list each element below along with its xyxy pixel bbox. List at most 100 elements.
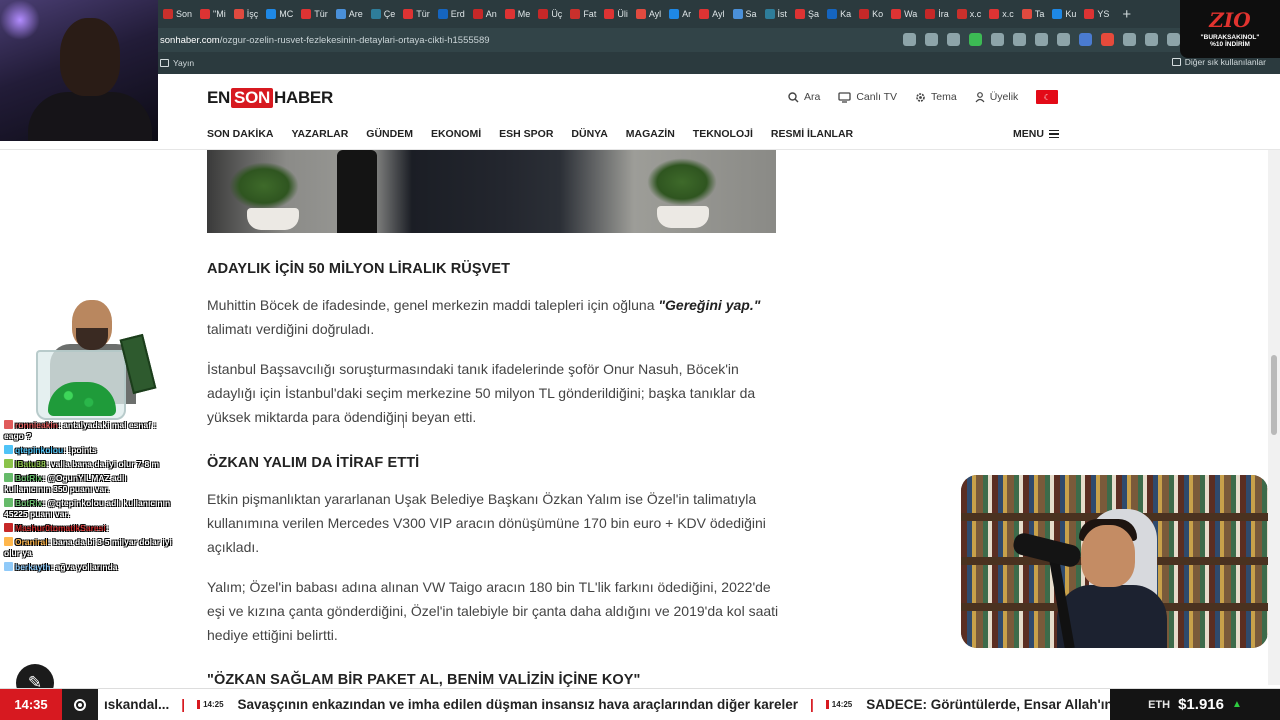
browser-tab[interactable]: Çe [368,4,399,24]
browser-tab[interactable]: Sa [730,4,760,24]
reader-icon[interactable] [925,33,938,46]
extension-icon[interactable] [1035,33,1048,46]
favicon-icon [200,9,211,19]
paragraph: İstanbul Başsavcılığı soruşturmasındaki … [207,361,756,425]
favorites-icon[interactable] [1145,33,1158,46]
turkey-flag-icon[interactable]: ☾ [1036,90,1059,104]
chat-message: Oraniral: bana da bi 3-5 milyar dolar iy… [4,537,172,559]
bookmarks-bar: Yayın Diğer sık kullanılanlar [0,52,1280,74]
favicon-icon [1021,9,1032,19]
browser-tab[interactable]: Şa [792,4,822,24]
star-icon[interactable] [947,33,960,46]
url-field[interactable]: sonhaber.com/ozgur-ozelin-rusvet-fezleke… [160,35,490,46]
live-tv-button[interactable]: Canlı TV [838,91,897,103]
chat-username: BotRix [15,473,43,483]
new-tab-button[interactable]: + [1122,6,1131,23]
tab-label: "Mi [213,9,226,19]
nav-item[interactable]: RESMİ İLANLAR [771,128,853,140]
browser-tab[interactable]: Ta [1019,4,1048,24]
extension-icon[interactable] [991,33,1004,46]
scrollbar-thumb[interactable] [1271,355,1277,435]
nav-item[interactable]: ESH SPOR [499,128,553,140]
sponsor-logo: ZIO [1209,8,1251,32]
browser-tab[interactable]: MC [263,4,296,24]
stream-alert-image [28,300,157,422]
extension-icon[interactable] [1101,33,1114,46]
tab-label: MC [279,9,294,19]
chat-badge-icon [4,445,13,454]
paragraph-text: Muhittin Böcek de ifadesinde, genel merk… [207,297,659,313]
browser-tab[interactable]: Ar [666,4,694,24]
browser-tab[interactable]: İşç [231,4,262,24]
nav-item[interactable]: DÜNYA [571,128,607,140]
extension-icon[interactable] [1079,33,1092,46]
browser-tab[interactable]: Tür [298,4,331,24]
tab-label: Ta [1034,9,1045,19]
nav-item[interactable]: TEKNOLOJİ [693,128,753,140]
member-button[interactable]: Üyelik [975,91,1018,103]
browser-tab[interactable]: Me [502,4,534,24]
menu-button[interactable]: MENU [1013,128,1059,140]
tab-label: Tür [314,9,328,19]
chat-message: Mashur0tomatikSaresi: [4,523,172,534]
browser-tab[interactable]: Are [333,4,366,24]
section-heading: "ÖZKAN SAĞLAM BİR PAKET AL, BENİM VALİZİ… [207,672,641,688]
ticker-items: ıskandal... | 14:25 Savaşçının enkazında… [98,697,1110,712]
browser-tab[interactable]: Üli [601,4,631,24]
extension-icon[interactable] [1057,33,1070,46]
browser-tab[interactable]: Tür [400,4,433,24]
tab-label: An [485,9,497,19]
ticker-headline: ıskandal... [104,697,170,712]
site-logo[interactable]: EN SON HABER [207,88,333,108]
chat-username: Mashur0tomatikSaresi [15,523,106,533]
browser-tab[interactable]: Erd [435,4,468,24]
browser-tab[interactable]: "Mi [197,4,229,24]
chat-message: ronnieakin: antalyadaki mal esnaf : eago… [4,420,172,442]
browser-tab[interactable]: Fat [567,4,599,24]
favicon-icon [163,9,173,19]
tab-label: Ar [682,9,692,19]
paragraph-text: talimatı verdiğini doğruladı. [207,321,375,337]
other-bookmarks[interactable]: Diğer sık kullanılanlar [1171,57,1266,67]
browser-tab[interactable]: Ku [1049,4,1079,24]
address-bar[interactable]: sonhaber.com/ozgur-ozelin-rusvet-fezleke… [0,28,1280,52]
tab-label: YS [1097,9,1110,19]
nav-item[interactable]: SON DAKİKA [207,128,274,140]
tab-label: İst [777,9,788,19]
profile-avatar[interactable] [1167,33,1180,46]
nav-item[interactable]: YAZARLAR [292,128,349,140]
browser-tab[interactable]: Ayl [696,4,727,24]
ticker-timestamp: 14:25 [825,700,857,709]
browser-tab[interactable]: İra [922,4,952,24]
extension-icon[interactable] [969,33,982,46]
browser-tab[interactable]: x.c [954,4,985,24]
browser-tab[interactable]: x.c [986,4,1017,24]
nav-item[interactable]: EKONOMİ [431,128,481,140]
arrow-up-icon: ▲ [1231,699,1242,710]
nav-item[interactable]: GÜNDEM [366,128,413,140]
logo-en: EN [207,88,231,107]
zoom-icon[interactable] [903,33,916,46]
theme-button[interactable]: Tema [915,91,957,103]
browser-tab[interactable]: Son [160,4,195,24]
tab-label: Üli [617,9,628,19]
nav-item[interactable]: MAGAZİN [626,128,675,140]
chat-badge-icon [4,420,13,429]
browser-tab[interactable]: Ayl [633,4,664,24]
browser-tab[interactable]: An [470,4,500,24]
favicon-icon [1052,9,1063,19]
extension-icon[interactable] [1013,33,1026,46]
section-heading: ÖZKAN YALIM DA İTİRAF ETTİ [207,455,420,471]
browser-tab[interactable]: İst [762,4,791,24]
favicon-icon [891,9,902,19]
browser-tab[interactable]: YS [1081,4,1112,24]
browser-tab[interactable]: Ka [824,4,854,24]
page-scrollbar[interactable] [1268,150,1280,685]
search-button[interactable]: Ara [788,91,820,103]
browser-tab[interactable]: Ko [856,4,886,24]
browser-tab[interactable]: Wa [888,4,920,24]
stream-chat: ronnieakin: antalyadaki mal esnaf : eago… [4,420,172,576]
bookmark-item[interactable]: Yayın [160,58,194,68]
browser-tab[interactable]: Üç [535,4,565,24]
split-view-icon[interactable] [1123,33,1136,46]
